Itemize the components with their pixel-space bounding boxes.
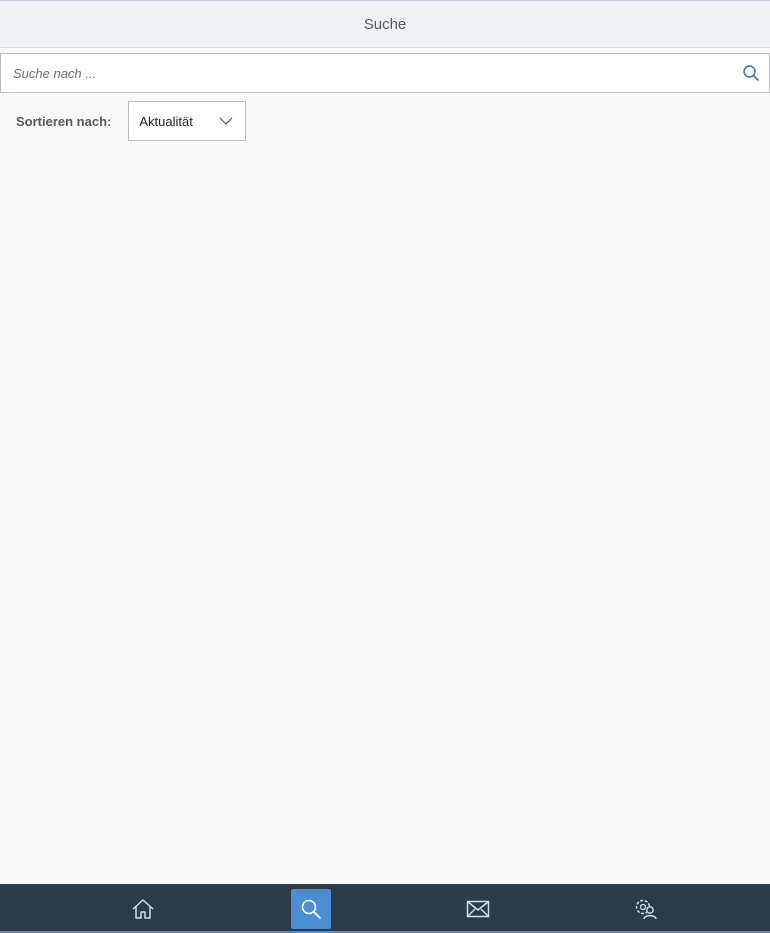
search-button[interactable]: [733, 54, 769, 92]
search-input[interactable]: [1, 54, 733, 92]
app-root: Suche Sortieren nach: Aktualität: [0, 0, 770, 933]
sort-label: Sortieren nach:: [16, 113, 112, 129]
search-icon: [742, 64, 760, 82]
sort-select[interactable]: Aktualität: [128, 101, 247, 141]
tab-messages[interactable]: [458, 889, 498, 929]
chevron-down-icon: [219, 117, 233, 125]
results-area: [0, 150, 770, 884]
search-bar: [0, 53, 770, 93]
tab-settings[interactable]: [626, 889, 666, 929]
user-settings-icon: [634, 897, 658, 921]
bottom-tabbar: [0, 884, 770, 933]
tab-search[interactable]: [291, 889, 331, 929]
mail-icon: [466, 900, 490, 918]
page-header: Suche: [0, 0, 770, 48]
home-icon: [131, 898, 155, 920]
sort-selected-value: Aktualität: [139, 113, 193, 129]
page-title: Suche: [363, 15, 407, 33]
tab-home[interactable]: [123, 889, 163, 929]
search-icon: [300, 898, 322, 920]
sort-row: Sortieren nach: Aktualität: [16, 101, 247, 141]
